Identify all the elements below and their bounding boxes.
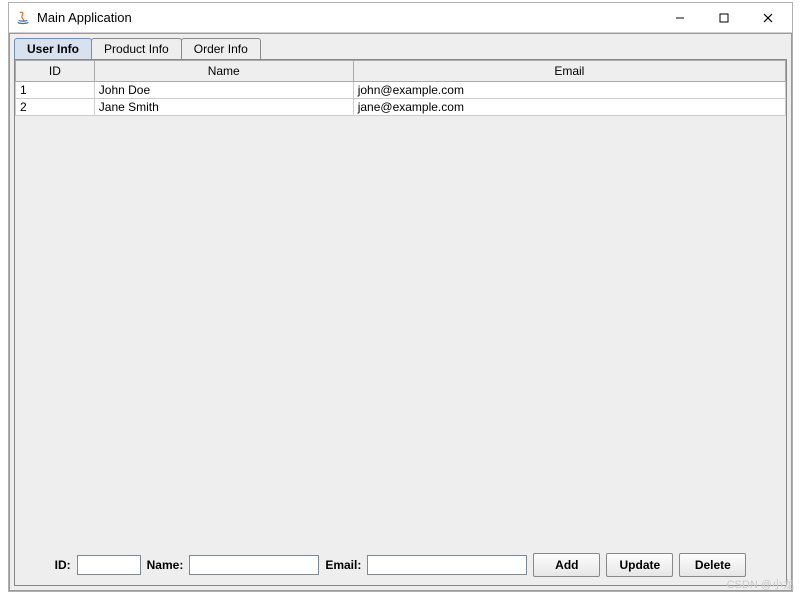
java-app-icon [15,10,31,26]
name-label: Name: [147,558,184,572]
tab-product-info[interactable]: Product Info [91,38,182,59]
maximize-button[interactable] [702,4,746,32]
window-title: Main Application [37,10,658,25]
name-input[interactable] [189,555,319,575]
tab-panel-user-info: ID Name Email 1 John Doe john@example.co… [14,59,787,586]
column-header-id[interactable]: ID [16,61,95,82]
app-window: Main Application User Info Product Info … [8,2,793,592]
add-button[interactable]: Add [533,553,600,577]
close-button[interactable] [746,4,790,32]
user-table: ID Name Email 1 John Doe john@example.co… [15,60,786,116]
cell-email: jane@example.com [353,99,785,116]
cell-email: john@example.com [353,82,785,99]
form-row: ID: Name: Email: Add Update Delete [15,545,786,585]
tab-order-info[interactable]: Order Info [181,38,261,59]
table-header-row: ID Name Email [16,61,786,82]
cell-id: 2 [16,99,95,116]
update-button[interactable]: Update [606,553,673,577]
id-input[interactable] [77,555,141,575]
column-header-name[interactable]: Name [94,61,353,82]
table-container: ID Name Email 1 John Doe john@example.co… [15,60,786,545]
delete-button[interactable]: Delete [679,553,746,577]
tabs-row: User Info Product Info Order Info [10,34,791,59]
table-row[interactable]: 1 John Doe john@example.com [16,82,786,99]
minimize-button[interactable] [658,4,702,32]
titlebar: Main Application [9,3,792,33]
window-controls [658,4,790,32]
email-input[interactable] [367,555,527,575]
cell-id: 1 [16,82,95,99]
tab-user-info[interactable]: User Info [14,38,92,59]
content-pane: User Info Product Info Order Info ID Nam… [9,33,792,591]
cell-name: Jane Smith [94,99,353,116]
watermark: CSDN @小龙 [727,576,794,592]
table-row[interactable]: 2 Jane Smith jane@example.com [16,99,786,116]
cell-name: John Doe [94,82,353,99]
column-header-email[interactable]: Email [353,61,785,82]
email-label: Email: [325,558,361,572]
id-label: ID: [55,558,71,572]
